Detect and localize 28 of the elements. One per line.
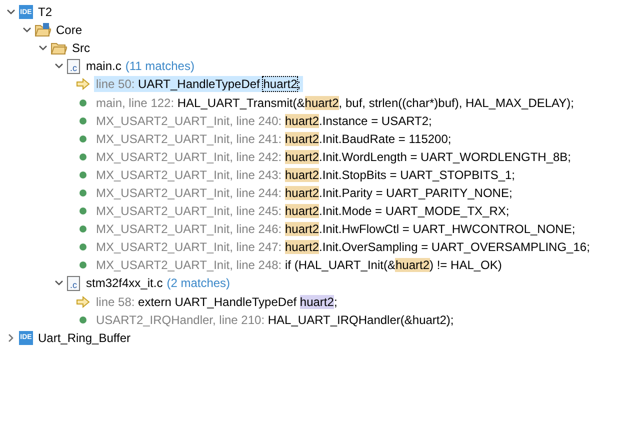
tree-item[interactable]: Src xyxy=(72,41,90,56)
search-match[interactable]: MX_USART2_UART_Init, line 242: huart2.Init.WordLength = UART_WORDLENGTH_8B; xyxy=(94,148,574,165)
search-match[interactable]: MX_USART2_UART_Init, line 240: huart2.Instance = USART2; xyxy=(94,112,434,129)
search-match[interactable]: MX_USART2_UART_Init, line 246: huart2.Init.HwFlowCtl = UART_HWCONTROL_NONE; xyxy=(94,221,578,238)
search-match[interactable]: MX_USART2_UART_Init, line 241: huart2.Init.BaudRate = 115200; xyxy=(94,130,454,147)
folder-icon xyxy=(35,23,51,38)
search-match[interactable]: MX_USART2_UART_Init, line 244: huart2.Init.Parity = UART_PARITY_NONE; xyxy=(94,184,514,201)
search-match[interactable]: MX_USART2_UART_Init, line 248: if (HAL_UART_Init(&huart2) != HAL_OK) xyxy=(94,257,504,274)
c-file-icon: .c xyxy=(67,58,80,74)
search-match[interactable]: line 50: UART_HandleTypeDef huart2; xyxy=(94,76,303,92)
match-count: (2 matches) xyxy=(166,276,230,290)
tree-item[interactable]: T2 xyxy=(38,5,52,20)
search-match[interactable]: MX_USART2_UART_Init, line 243: huart2.Init.StopBits = UART_STOPBITS_1; xyxy=(94,166,518,183)
search-match[interactable]: USART2_IRQHandler, line 210: HAL_UART_IRQHandler(&huart2); xyxy=(94,312,456,328)
match-count: (11 matches) xyxy=(125,59,194,74)
tree-item[interactable]: main.c xyxy=(86,59,122,74)
arrow-icon xyxy=(76,78,90,90)
tree-item[interactable]: Core xyxy=(56,23,82,38)
chevron-icon[interactable] xyxy=(6,332,16,343)
search-match[interactable]: line 58: extern UART_HandleTypeDef huart2; xyxy=(94,294,340,310)
search-match[interactable]: main, line 122: HAL_UART_Transmit(&huart2, buf, strlen((char*)buf), HAL_MAX_DELAY); xyxy=(94,94,576,111)
folder-icon xyxy=(51,41,67,56)
c-file-icon: .c xyxy=(67,276,80,291)
tree-item[interactable]: stm32f4xx_it.c xyxy=(86,276,163,290)
tree-item[interactable]: Uart_Ring_Buffer xyxy=(38,330,130,345)
search-match[interactable]: MX_USART2_UART_Init, line 245: huart2.Init.Mode = UART_MODE_TX_RX; xyxy=(94,203,512,220)
arrow-icon xyxy=(76,296,90,308)
search-match[interactable]: MX_USART2_UART_Init, line 247: huart2.Init.OverSampling = UART_OVERSAMPLING_16; xyxy=(94,239,592,256)
